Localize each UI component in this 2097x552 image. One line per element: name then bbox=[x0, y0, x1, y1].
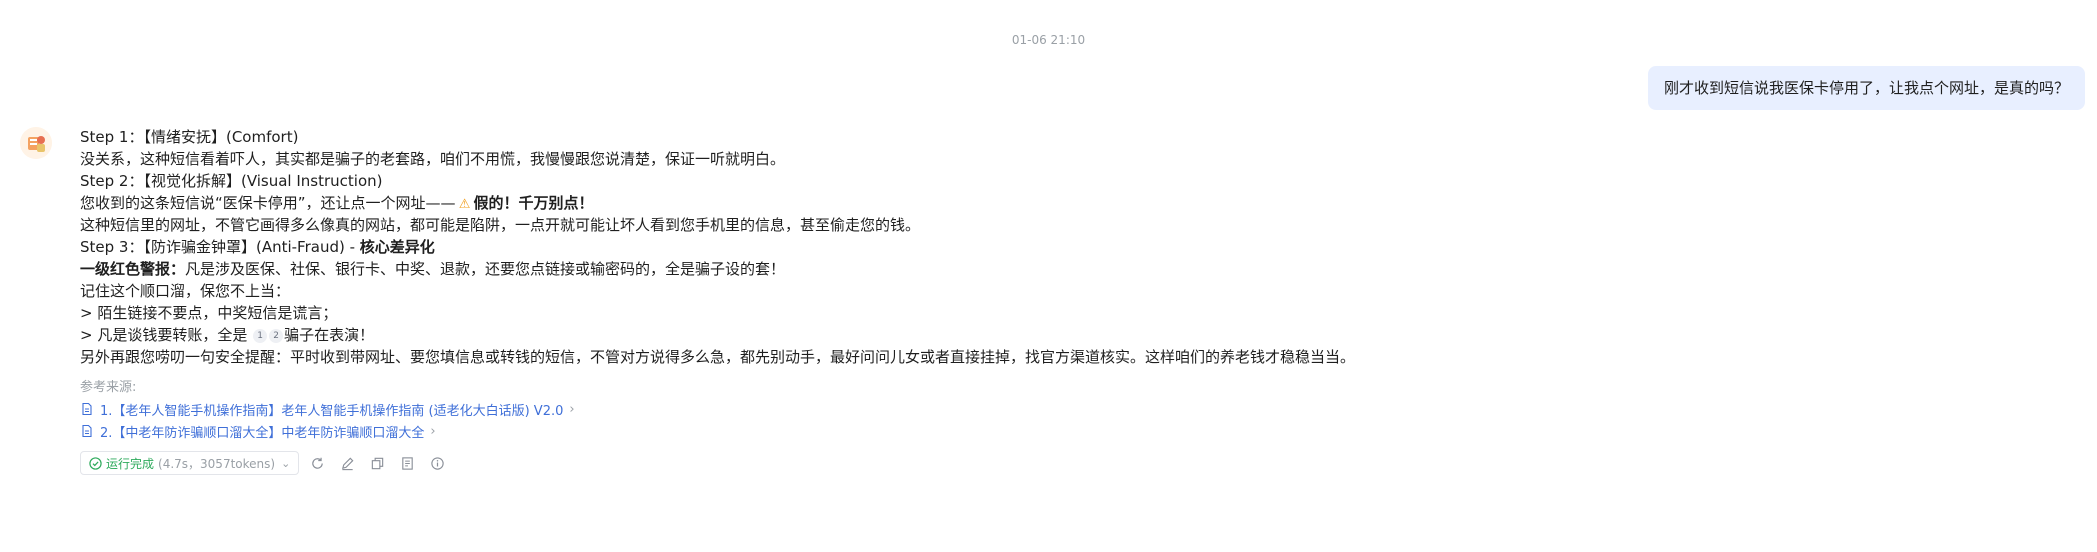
rhyme-line-2: > 凡是谈钱要转账，全是 1 2 骗子在表演！ bbox=[80, 324, 1980, 346]
copy-button[interactable] bbox=[365, 451, 389, 475]
rhyme-line-1: > 陌生链接不要点，中奖短信是谎言； bbox=[80, 304, 338, 322]
rhyme-line-2-post: 骗子在表演！ bbox=[284, 326, 375, 344]
step2-line1: 您收到的这条短信说“医保卡停用”，还让点一个网址—— ⚠ 假的！千万别点！ bbox=[80, 192, 1980, 214]
warning-icon: ⚠ bbox=[458, 197, 471, 212]
copy-icon bbox=[371, 457, 384, 469]
pencil-icon bbox=[341, 457, 354, 470]
step3-prefix: Step 3：【防诈骗金钟罩】(Anti-Fraud) - bbox=[80, 238, 360, 256]
final-reminder: 另外再跟您唠叨一句安全提醒：平时收到带网址、要您填信息或转钱的短信，不管对方说得… bbox=[80, 348, 1356, 366]
step2-line1-bold: 假的！千万别点！ bbox=[473, 194, 594, 212]
file-icon bbox=[82, 424, 92, 438]
file-icon bbox=[82, 402, 92, 416]
citation-badge-2[interactable]: 2 bbox=[269, 329, 284, 343]
refresh-icon bbox=[312, 457, 323, 469]
rhyme-intro: 记住这个顺口溜，保您不上当： bbox=[80, 282, 291, 300]
regenerate-button[interactable] bbox=[305, 451, 329, 475]
alert-line: 一级红色警报：凡是涉及医保、社保、银行卡、中奖、退款，还要您点链接或输密码的，全… bbox=[80, 258, 1980, 280]
step2-heading: Step 2：【视觉化拆解】(Visual Instruction) bbox=[80, 172, 383, 190]
step3-bold: 核心差异化 bbox=[359, 238, 435, 256]
chevron-right-icon: › bbox=[569, 401, 575, 417]
info-button[interactable] bbox=[425, 451, 449, 475]
message-toolbar: 运行完成 (4.7s，3057tokens) ⌄ bbox=[80, 451, 449, 475]
run-status-label: 运行完成 bbox=[106, 456, 155, 471]
reference-link-2[interactable]: 2.【中老年防诈骗顺口溜大全】中老年防诈骗顺口溜大全 › bbox=[80, 420, 575, 442]
reference-link-1[interactable]: 1.【老年人智能手机操作指南】老年人智能手机操作指南 (适老化大白话版) V2.… bbox=[80, 398, 575, 420]
step3-heading: Step 3：【防诈骗金钟罩】(Anti-Fraud) - 核心差异化 bbox=[80, 236, 1980, 258]
check-circle-icon bbox=[89, 456, 102, 470]
chevron-down-icon: ⌄ bbox=[281, 456, 291, 470]
alert-label: 一级红色警报： bbox=[80, 260, 186, 278]
reference-label-2: 2.【中老年防诈骗顺口溜大全】中老年防诈骗顺口溜大全 bbox=[100, 425, 425, 441]
step1-heading: Step 1：【情绪安抚】(Comfort) bbox=[80, 128, 299, 146]
info-icon bbox=[431, 456, 444, 470]
chevron-right-icon: › bbox=[430, 423, 436, 439]
notes-button[interactable] bbox=[395, 451, 419, 475]
edit-button[interactable] bbox=[335, 451, 359, 475]
reference-label-1: 1.【老年人智能手机操作指南】老年人智能手机操作指南 (适老化大白话版) V2.… bbox=[100, 403, 564, 419]
user-message-bubble: 刚才收到短信说我医保卡停用了，让我点个网址，是真的吗？ bbox=[1647, 66, 2085, 110]
step2-line2: 这种短信里的网址，不管它画得多么像真的网站，都可能是陷阱，一点开就可能让坏人看到… bbox=[80, 216, 921, 234]
citation-badge-1[interactable]: 1 bbox=[253, 329, 268, 343]
alert-text: 凡是涉及医保、社保、银行卡、中奖、退款，还要您点链接或输密码的，全是骗子设的套！ bbox=[185, 260, 786, 278]
assistant-answer: Step 1：【情绪安抚】(Comfort) 没关系，这种短信看着吓人，其实都是… bbox=[80, 126, 1980, 368]
run-status-dropdown[interactable]: 运行完成 (4.7s，3057tokens) ⌄ bbox=[80, 451, 300, 475]
message-timestamp: 01-06 21:10 bbox=[1011, 33, 1086, 47]
references-section: 参考来源: 1.【老年人智能手机操作指南】老年人智能手机操作指南 (适老化大白话… bbox=[80, 378, 575, 442]
run-status-meta: (4.7s，3057tokens) bbox=[158, 456, 276, 471]
assistant-avatar bbox=[20, 127, 52, 159]
chat-page: 01-06 21:10 刚才收到短信说我医保卡停用了，让我点个网址，是真的吗？ … bbox=[0, 0, 2097, 552]
rhyme-line-2-pre: > 凡是谈钱要转账，全是 bbox=[80, 326, 248, 344]
step1-body: 没关系，这种短信看着吓人，其实都是骗子的老套路，咱们不用慌，我慢慢跟您说清楚，保… bbox=[80, 150, 786, 168]
step2-line1-text: 您收到的这条短信说“医保卡停用”，还让点一个网址—— bbox=[80, 194, 456, 212]
references-title: 参考来源: bbox=[80, 380, 137, 395]
document-icon bbox=[402, 456, 413, 470]
